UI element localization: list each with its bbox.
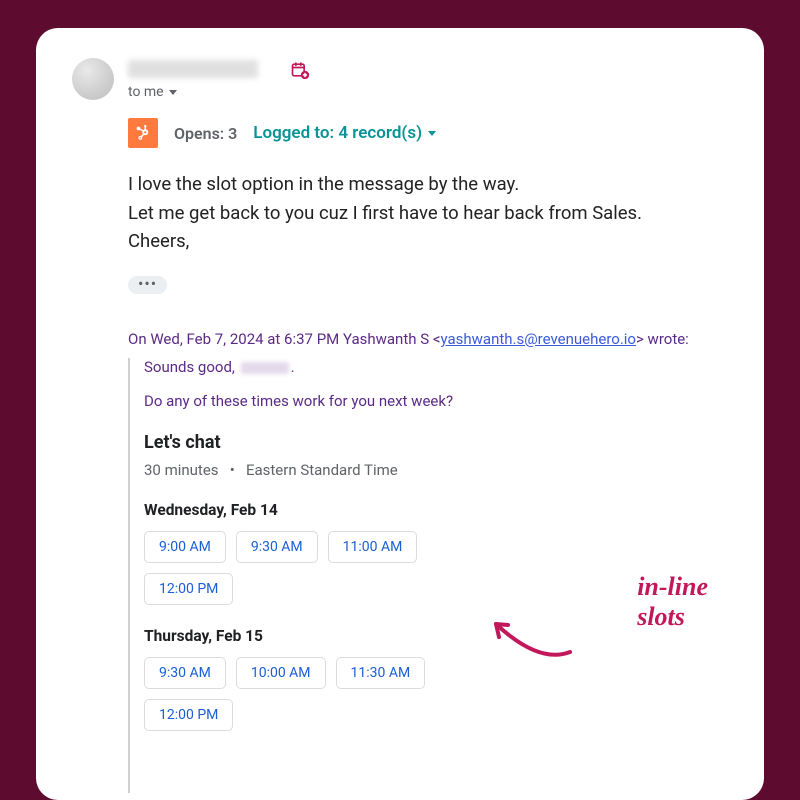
day-block: Thursday, Feb 15 9:30 AM 10:00 AM 11:30 … xyxy=(144,627,728,731)
body-line: Let me get back to you cuz I first have … xyxy=(128,199,728,228)
sender-email-link[interactable]: yashwanth.s@revenuehero.io xyxy=(440,330,636,348)
annotation-arrow-icon xyxy=(484,616,574,666)
time-slot[interactable]: 12:00 PM xyxy=(144,699,233,731)
calendar-add-icon[interactable] xyxy=(290,60,310,80)
annotation-label: in-line slots xyxy=(637,572,708,632)
time-slot[interactable]: 9:30 AM xyxy=(236,531,318,563)
to-line[interactable]: to me xyxy=(128,84,258,100)
email-body: I love the slot option in the message by… xyxy=(128,170,728,256)
body-line: I love the slot option in the message by… xyxy=(128,170,728,199)
widget-title: Let's chat xyxy=(144,432,728,453)
logged-label: Logged to: 4 record(s) xyxy=(253,123,422,143)
day-label: Wednesday, Feb 14 xyxy=(144,501,728,519)
sender-name-redacted xyxy=(128,60,258,78)
slot-row: 9:00 AM 9:30 AM 11:00 AM 12:00 PM xyxy=(144,531,504,605)
time-slot[interactable]: 11:00 AM xyxy=(328,531,418,563)
sender-block: to me xyxy=(128,58,258,100)
slot-row: 9:30 AM 10:00 AM 11:30 AM 12:00 PM xyxy=(144,657,504,731)
time-slot[interactable]: 9:30 AM xyxy=(144,657,226,689)
chevron-down-icon xyxy=(428,131,436,136)
widget-meta: 30 minutes • Eastern Standard Time xyxy=(144,461,728,479)
email-card: to me xyxy=(36,28,764,800)
show-trimmed-content[interactable]: ••• xyxy=(128,276,167,294)
time-slot[interactable]: 11:30 AM xyxy=(336,657,426,689)
time-slot[interactable]: 12:00 PM xyxy=(144,573,233,605)
hubspot-icon[interactable] xyxy=(128,118,158,148)
opens-count: Opens: 3 xyxy=(174,124,237,143)
time-slot[interactable]: 10:00 AM xyxy=(236,657,326,689)
time-slot[interactable]: 9:00 AM xyxy=(144,531,226,563)
email-header: to me xyxy=(72,58,728,100)
body-line: Cheers, xyxy=(128,227,728,256)
logged-dropdown[interactable]: Logged to: 4 record(s) xyxy=(253,123,436,143)
quote-question: Do any of these times work for you next … xyxy=(144,392,728,410)
to-label: to me xyxy=(128,84,164,100)
avatar xyxy=(72,58,114,100)
quoted-header: On Wed, Feb 7, 2024 at 6:37 PM Yashwanth… xyxy=(128,330,728,348)
tracking-bar: Opens: 3 Logged to: 4 record(s) xyxy=(128,118,728,148)
chevron-down-icon xyxy=(169,90,177,95)
quote-greeting: Sounds good, . xyxy=(144,358,728,376)
name-redacted xyxy=(241,362,289,374)
